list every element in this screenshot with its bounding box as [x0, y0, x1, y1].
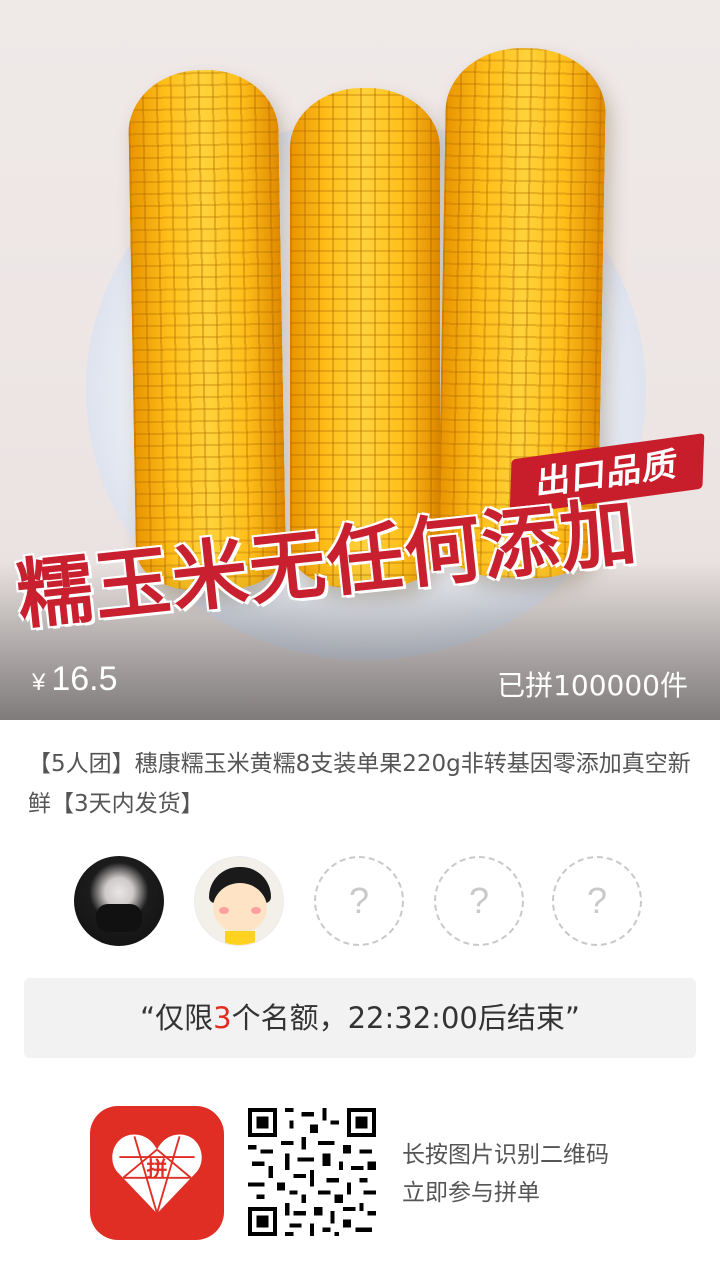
empty-member-slot: ?	[434, 856, 524, 946]
avatar-shirt	[225, 931, 255, 945]
member-avatar	[74, 856, 164, 946]
logo-char: 拼	[147, 1157, 168, 1181]
qr-instruction-line2: 立即参与拼单	[402, 1180, 540, 1206]
sold-count: 已拼100000件	[497, 669, 688, 702]
price-label: ¥16.5	[32, 660, 118, 699]
avatar-cheek	[219, 907, 229, 914]
quota-banner: “仅限3个名额，22:32:00后结束”	[24, 978, 696, 1058]
mask-graphic	[96, 904, 142, 932]
price-value: 16.5	[51, 660, 118, 698]
product-image[interactable]: 出口品质 糯玉米无任何添加 ¥16.5 已拼100000件	[0, 0, 720, 720]
heart-logo-icon: 拼	[112, 1134, 202, 1214]
group-members: ? ? ?	[74, 856, 674, 950]
qr-code[interactable]	[244, 1104, 380, 1240]
currency-symbol: ¥	[32, 669, 46, 696]
member-avatar	[194, 856, 284, 946]
avatar-cheek	[251, 907, 261, 914]
empty-member-slot: ?	[314, 856, 404, 946]
qr-instructions: 长按图片识别二维码 立即参与拼单	[402, 1136, 609, 1212]
quota-count: 3	[213, 1001, 232, 1035]
product-title: 【5人团】穗康糯玉米黄糯8支装单果220g非转基因零添加真空新鲜【3天内发货】	[28, 751, 691, 817]
quota-prefix: “仅限	[140, 1001, 214, 1035]
pinduoduo-logo: 拼	[90, 1106, 224, 1240]
quota-suffix: 个名额，22:32:00后结束”	[231, 1001, 580, 1035]
empty-member-slot: ?	[552, 856, 642, 946]
qr-instruction-line1: 长按图片识别二维码	[402, 1142, 609, 1168]
